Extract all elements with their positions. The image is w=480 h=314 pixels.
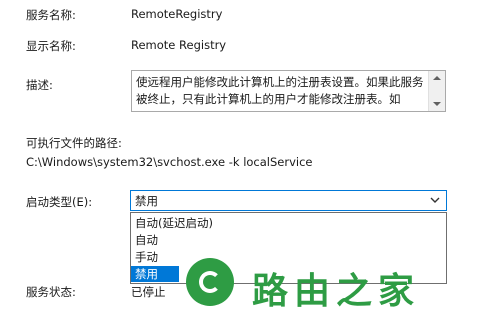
- startup-type-selected: 禁用: [135, 194, 158, 208]
- exe-path-label: 可执行文件的路径:: [26, 136, 122, 150]
- description-scrollbar[interactable]: [428, 71, 445, 111]
- scroll-up-icon[interactable]: [433, 76, 441, 80]
- display-name-value: Remote Registry: [131, 38, 227, 52]
- watermark-logo-ring-icon: [199, 271, 221, 293]
- chevron-down-icon[interactable]: [430, 197, 440, 204]
- description-textbox[interactable]: 使远程用户能修改此计算机上的注册表设置。如果此服务被终止，只有此计算机上的用户才…: [131, 70, 446, 112]
- option-manual[interactable]: 手动: [131, 249, 158, 265]
- exe-path-value: C:\Windows\system32\svchost.exe -k local…: [26, 155, 313, 169]
- display-name-label: 显示名称:: [26, 39, 76, 53]
- description-label: 描述:: [26, 78, 53, 92]
- option-disabled[interactable]: 禁用: [131, 266, 179, 282]
- scroll-down-icon[interactable]: [433, 102, 441, 106]
- startup-type-label: 启动类型(E):: [26, 195, 93, 209]
- watermark-text: 路由之家: [252, 271, 421, 312]
- service-status-value: 已停止: [131, 285, 166, 299]
- service-name-value: RemoteRegistry: [131, 7, 223, 21]
- description-text: 使远程用户能修改此计算机上的注册表设置。如果此服务被终止，只有此计算机上的用户才…: [136, 75, 424, 106]
- service-status-label: 服务状态:: [26, 285, 76, 299]
- option-auto-delayed[interactable]: 自动(延迟启动): [131, 215, 213, 231]
- option-auto[interactable]: 自动: [131, 232, 158, 248]
- service-name-label: 服务名称:: [26, 8, 76, 22]
- startup-type-select[interactable]: 禁用: [130, 190, 447, 211]
